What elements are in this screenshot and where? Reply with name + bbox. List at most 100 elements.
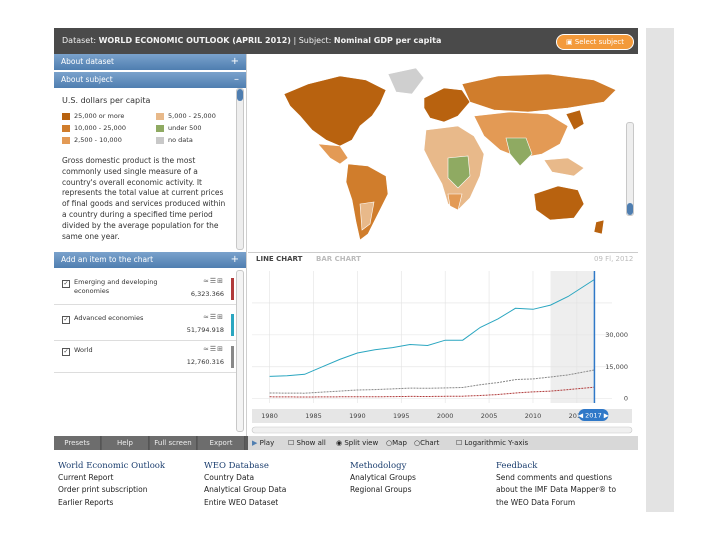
world-map-svg (283, 67, 617, 241)
footer-heading[interactable]: Methodology (350, 460, 500, 472)
footer-link[interactable]: Analytical Groups (350, 472, 500, 484)
world-map[interactable] (248, 54, 638, 250)
map-label: Map (392, 439, 407, 447)
item-checkbox[interactable]: ✓ (62, 348, 70, 356)
collapse-icon: – (234, 74, 239, 85)
select-subject-label: Select subject (574, 38, 625, 46)
footer-link[interactable]: Order print subscription (58, 484, 208, 496)
item-color-bar (231, 346, 234, 368)
item-value: 12,760.316 (186, 358, 224, 366)
play-label: Play (259, 439, 275, 447)
chart-item[interactable]: ✓ Advanced economies ≈☰⊞ 51,794.918 (54, 310, 236, 341)
series-line-3 (269, 369, 595, 394)
item-options-icon[interactable]: ≈☰⊞ (203, 313, 224, 321)
add-item-accordion[interactable]: Add an item to the chart + (54, 252, 246, 268)
bottom-button-presets[interactable]: Presets (54, 436, 101, 450)
tab-line-chart[interactable]: LINE CHART (256, 255, 302, 263)
chart-date-label: 09 Fl, 2012 (594, 255, 634, 263)
legend-swatch (62, 125, 70, 132)
about-dataset-accordion[interactable]: About dataset + (54, 54, 246, 70)
footer-heading[interactable]: WEO Database (204, 460, 354, 472)
dataset-label: Dataset: (62, 36, 97, 45)
chart-item[interactable]: ✓ Emerging and developing economies ≈☰⊞ 6,3… (54, 274, 236, 305)
chart-items-list: ✓ Emerging and developing economies ≈☰⊞ 6,3… (54, 270, 236, 430)
footer-link[interactable]: about the IMF Data Mapper® to (496, 484, 646, 496)
about-dataset-label: About dataset (61, 57, 114, 66)
scroll-thumb[interactable] (237, 89, 243, 101)
folder-icon: ▣ (565, 38, 573, 46)
chart-panel: LINE CHART BAR CHART 09 Fl, 2012 30,000 1… (248, 252, 638, 437)
radio-selected-icon: ◉ (336, 439, 343, 447)
items-scrollbar[interactable] (236, 270, 244, 432)
dataset-header: Dataset: WORLD ECONOMIC OUTLOOK (APRIL 2… (54, 28, 638, 54)
subject-value: Nominal GDP per capita (333, 36, 442, 45)
show-all-checkbox[interactable]: ☐ Show all (288, 436, 326, 450)
legend-swatch (156, 137, 164, 144)
legend-item: no data (156, 136, 246, 146)
footer-link[interactable]: the WEO Data Forum (496, 497, 646, 509)
legend-item: 10,000 - 25,000 (62, 124, 152, 134)
item-color-bar (231, 278, 234, 300)
projection-shade (550, 271, 595, 403)
map-legend: 25,000 or more 5,000 - 25,000 10,000 - 25,… (62, 112, 232, 152)
legend-item: 2,500 - 10,000 (62, 136, 152, 146)
dataset-value: WORLD ECONOMIC OUTLOOK (APRIL 2012) (98, 36, 291, 45)
x-tick-label: 1995 (393, 412, 410, 420)
legend-swatch (62, 113, 70, 120)
checkbox-icon: ☐ (288, 439, 295, 447)
bottom-buttons: Presets Help Full screen Export (54, 436, 248, 450)
legend-label: under 500 (168, 124, 202, 132)
y-tick-label: 30,000 (605, 331, 628, 339)
split-view-radio[interactable]: ◉ Split view (336, 436, 378, 450)
chart-item[interactable]: ✓ World ≈☰⊞ 12,760.316 (54, 342, 236, 373)
x-tick-label: 2000 (437, 412, 454, 420)
log-axis-label: Logarithmic Y-axis (464, 439, 529, 447)
item-name: Advanced economies (74, 314, 144, 322)
item-options-icon[interactable]: ≈☰⊞ (203, 277, 224, 285)
chart-radio[interactable]: ○Chart (414, 436, 439, 450)
footer-column: Feedback Send comments and questions about… (496, 460, 646, 509)
zoom-thumb[interactable] (627, 203, 633, 215)
x-tick-label: 1980 (261, 412, 278, 420)
bottom-button-help[interactable]: Help (102, 436, 149, 450)
y-tick-label: 0 (624, 395, 628, 403)
footer-link[interactable]: Regional Groups (350, 484, 500, 496)
legend-label: 25,000 or more (74, 112, 125, 120)
legend-item: under 500 (156, 124, 246, 134)
item-name: Emerging and developing economies (74, 278, 158, 295)
x-tick-label: 1985 (305, 412, 322, 420)
footer-link[interactable]: Country Data (204, 472, 354, 484)
item-value: 6,323.366 (190, 290, 224, 298)
item-name: World (74, 346, 93, 354)
item-checkbox[interactable]: ✓ (62, 280, 70, 288)
footer-link[interactable]: Send comments and questions (496, 472, 646, 484)
map-zoom-slider[interactable] (626, 122, 634, 216)
log-axis-checkbox[interactable]: ☐ Logarithmic Y-axis (456, 436, 528, 450)
footer-column: World Economic Outlook Current Report Orde… (58, 460, 208, 509)
bottom-button-full-screen[interactable]: Full screen (150, 436, 197, 450)
item-options-icon[interactable]: ≈☰⊞ (203, 345, 224, 353)
footer-heading[interactable]: World Economic Outlook (58, 460, 208, 472)
bottom-button-export[interactable]: Export (198, 436, 245, 450)
x-tick-label: 2010 (525, 412, 542, 420)
about-subject-accordion[interactable]: About subject – (54, 72, 246, 88)
x-tick-label: 1990 (349, 412, 366, 420)
footer-heading[interactable]: Feedback (496, 460, 646, 472)
legend-item: 5,000 - 25,000 (156, 112, 246, 122)
footer-link[interactable]: Earlier Reports (58, 497, 208, 509)
footer-link[interactable]: Current Report (58, 472, 208, 484)
tab-bar-chart[interactable]: BAR CHART (316, 255, 361, 263)
map-radio[interactable]: ○Map (386, 436, 407, 450)
item-checkbox[interactable]: ✓ (62, 316, 70, 324)
play-icon: ▶ (252, 439, 258, 447)
year-slider-label: ◀ 2017 ▶ (578, 412, 609, 420)
legend-swatch (156, 113, 164, 120)
select-subject-button[interactable]: ▣ Select subject (556, 34, 634, 50)
footer-link[interactable]: Analytical Group Data (204, 484, 354, 496)
legend-label: no data (168, 136, 193, 144)
show-all-label: Show all (296, 439, 326, 447)
expand-icon: + (230, 56, 239, 67)
chart-label: Chart (420, 439, 440, 447)
play-button[interactable]: ▶ Play (252, 436, 274, 450)
footer-link[interactable]: Entire WEO Dataset (204, 497, 354, 509)
